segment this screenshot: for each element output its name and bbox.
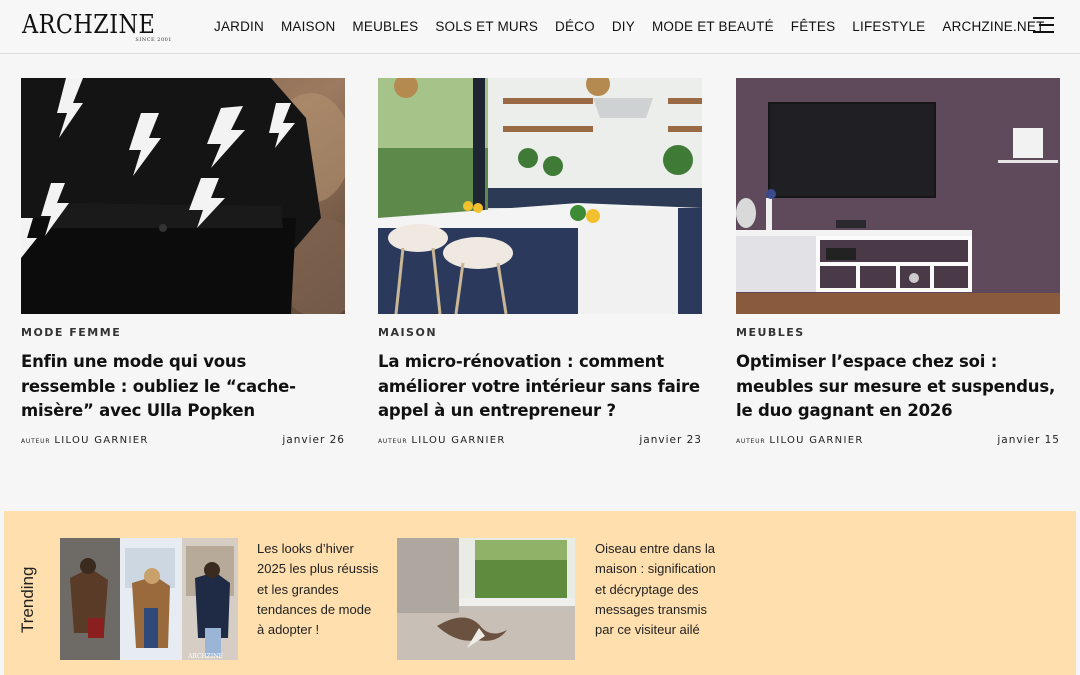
article-image-sweater[interactable] [21, 78, 345, 314]
logo-text: ARCHZINE [22, 10, 156, 40]
article-category[interactable]: MAISON [378, 326, 437, 339]
author-prefix: AUTEUR [378, 438, 408, 445]
article-meta: AUTEUR LILOU GARNIER janvier 15 [736, 434, 1060, 446]
article-meta: AUTEUR LILOU GARNIER janvier 23 [378, 434, 702, 446]
trending-title[interactable]: Les looks d’hiver 2025 les plus réussis … [257, 539, 379, 640]
article-author[interactable]: AUTEUR LILOU GARNIER [736, 435, 864, 446]
author-name[interactable]: LILOU GARNIER [54, 435, 148, 446]
nav-diy[interactable]: DIY [612, 18, 635, 36]
author-name[interactable]: LILOU GARNIER [411, 435, 505, 446]
site-logo[interactable]: ARCHZINE SINCE 2001 [22, 9, 174, 45]
nav-maison[interactable]: MAISON [281, 18, 335, 36]
article-title[interactable]: Enfin une mode qui vous ressemble : oubl… [21, 350, 345, 424]
article-card[interactable]: MODE FEMME Enfin une mode qui vous resse… [21, 78, 345, 446]
author-name[interactable]: LILOU GARNIER [769, 435, 863, 446]
nav-fetes[interactable]: FÊTES [791, 18, 836, 36]
author-prefix: AUTEUR [736, 438, 766, 445]
article-card[interactable]: MAISON La micro-rénovation : comment amé… [378, 78, 702, 446]
nav-deco[interactable]: DÉCO [555, 18, 595, 36]
hamburger-menu-icon[interactable] [1033, 16, 1054, 34]
author-prefix: AUTEUR [21, 438, 51, 445]
article-date: janvier 15 [997, 434, 1060, 446]
article-author[interactable]: AUTEUR LILOU GARNIER [378, 435, 506, 446]
article-date: janvier 26 [282, 434, 345, 446]
article-category[interactable]: MEUBLES [736, 326, 805, 339]
article-title[interactable]: Optimiser l’espace chez soi : meubles su… [736, 350, 1060, 424]
article-category[interactable]: MODE FEMME [21, 326, 121, 339]
article-title[interactable]: La micro-rénovation : comment améliorer … [378, 350, 702, 424]
article-image-tv-unit[interactable] [736, 78, 1060, 314]
logo-tagline: SINCE 2001 [135, 37, 172, 43]
article-author[interactable]: AUTEUR LILOU GARNIER [21, 435, 149, 446]
nav-archzine-net[interactable]: ARCHZINE.NET [942, 18, 1044, 36]
main-nav: JARDIN MAISON MEUBLES SOLS ET MURS DÉCO … [214, 18, 1062, 36]
nav-lifestyle[interactable]: LIFESTYLE [852, 18, 925, 36]
article-date: janvier 23 [639, 434, 702, 446]
article-card[interactable]: MEUBLES Optimiser l’espace chez soi : me… [736, 78, 1060, 446]
trending-image-winter-looks[interactable]: ARCHZINE [60, 538, 238, 660]
nav-jardin[interactable]: JARDIN [214, 18, 264, 36]
image-watermark: ARCHZINE [187, 653, 223, 660]
trending-label: Trending [18, 566, 37, 633]
trending-title[interactable]: Oiseau entre dans la maison : significat… [595, 539, 717, 640]
article-image-kitchen[interactable] [378, 78, 702, 314]
site-header: ARCHZINE SINCE 2001 JARDIN MAISON MEUBLE… [0, 0, 1080, 54]
nav-mode-et-beaute[interactable]: MODE ET BEAUTÉ [652, 18, 774, 36]
nav-meubles[interactable]: MEUBLES [352, 18, 418, 36]
trending-image-bird[interactable] [397, 538, 575, 660]
nav-sols-et-murs[interactable]: SOLS ET MURS [435, 18, 538, 36]
article-meta: AUTEUR LILOU GARNIER janvier 26 [21, 434, 345, 446]
